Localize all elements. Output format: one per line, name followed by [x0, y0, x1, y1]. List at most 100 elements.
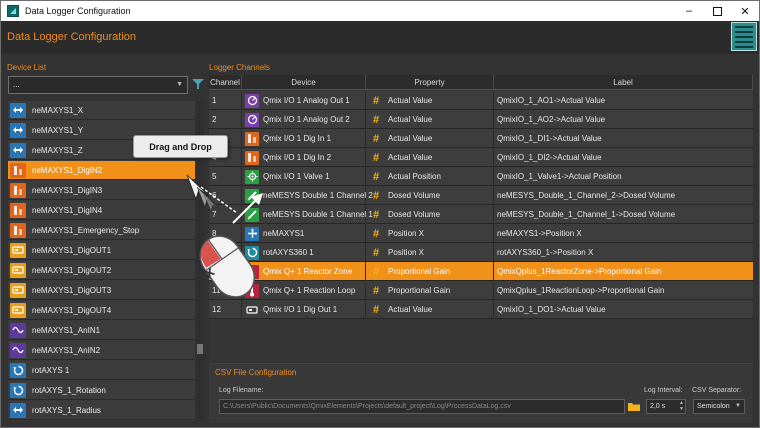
table-row[interactable]: 5 Qmix I/O 1 Valve 1 # Actual Position QmixI… — [209, 167, 753, 186]
axis-arrow-icon — [10, 402, 26, 418]
cell-label: QmixIO_1_AO2->Actual Value — [497, 115, 606, 124]
device-list-item-label: neMAXYS1_Emergency_Stop — [32, 225, 140, 235]
page-title: Data Logger Configuration — [7, 31, 137, 43]
cell-label: QmixIO_1_Valve1->Actual Position — [497, 172, 622, 181]
menu-line-icon — [735, 40, 753, 43]
cell-device: Qmix I/O 1 Valve 1 — [242, 167, 366, 186]
device-list-item[interactable]: neMAXYS1_DigIN3 — [8, 181, 195, 200]
thermometer-icon — [245, 283, 259, 298]
log-interval-label: Log Interval: — [644, 387, 683, 394]
device-list-item[interactable]: neMAXYS1_DigOUT2 — [8, 261, 195, 280]
drag-drop-tooltip: Drag and Drop — [133, 135, 228, 158]
device-list-label: Device List — [7, 63, 47, 72]
device-list-item[interactable]: rotAXYS 1 — [8, 361, 195, 380]
hash-icon: # — [372, 132, 380, 145]
cell-label: neMAXYS1->Position X — [497, 229, 582, 238]
device-list-item[interactable]: neMAXYS1_DigIN4 — [8, 201, 195, 220]
table-row[interactable]: 4Qmix I/O 1 Dig In 2#Actual ValueQmixIO_… — [209, 148, 753, 167]
table-row[interactable]: 1 Qmix I/O 1 Analog Out 1 # Actual Value Qmi… — [209, 91, 753, 110]
device-list-item-label: rotAXYS 1 — [32, 365, 70, 375]
device-list-item[interactable]: neMAXYS1_X — [8, 101, 195, 120]
table-row[interactable]: 12 Qmix I/O 1 Dig Out 1 # Actual Value QmixI… — [209, 300, 753, 319]
device-list-item-label: neMAXYS1_AnIN2 — [32, 345, 101, 355]
table-row[interactable]: 8 neMAXYS1 # Position X neMAXYS1->Position X — [209, 224, 753, 243]
csv-separator-value: Semicolon — [697, 403, 730, 410]
csv-separator-label: CSV Separator: — [692, 387, 742, 394]
cell-device-label: Qmix I/O 1 Dig In 2 — [263, 153, 332, 162]
device-list-item-label: neMAXYS1_DigOUT2 — [32, 265, 112, 275]
hamburger-menu-button[interactable] — [731, 22, 757, 51]
table-row[interactable]: 11 Qmix Q+ 1 Reaction Loop # Proportional G… — [209, 281, 753, 300]
menu-line-icon — [735, 35, 753, 38]
device-list-item[interactable]: neMAXYS1_DigOUT3 — [8, 281, 195, 300]
table-row[interactable]: 7 neMESYS Double 1 Channel 1 # Dosed Volume… — [209, 205, 753, 224]
device-list-item-label: neMAXYS1_DigOUT3 — [32, 285, 112, 295]
scrollbar-thumb[interactable] — [197, 344, 203, 354]
csv-config-title: CSV File Configuration — [215, 368, 297, 377]
cell-channel: 7 — [209, 205, 242, 224]
cell-label: rotAXYS360_1->Position X — [497, 248, 594, 257]
hash-icon: # — [372, 208, 380, 221]
spin-arrows-icon[interactable]: ▲ ▼ — [679, 400, 685, 413]
cell-property-label: Position X — [388, 248, 425, 257]
analog-out-icon — [245, 93, 259, 108]
valve-icon — [245, 169, 259, 184]
maximize-button[interactable] — [703, 1, 731, 21]
filter-icon[interactable] — [192, 78, 204, 90]
close-button[interactable]: ✕ — [731, 1, 759, 21]
title-bar: Data Logger Configuration – ✕ — [1, 1, 759, 21]
cell-label: QmixIO_1_DI2->Actual Value — [497, 153, 602, 162]
device-list-item[interactable]: neMAXYS1_AnIN1 — [8, 321, 195, 340]
cell-device: Qmix I/O 1 Dig In 2 — [242, 148, 366, 167]
analog-in-icon — [10, 322, 26, 338]
column-header-label[interactable]: Label — [494, 75, 753, 90]
device-list-item-label: neMAXYS1_AnIN1 — [32, 325, 101, 335]
device-filter-value: ... — [13, 80, 20, 89]
close-icon: ✕ — [740, 5, 750, 18]
device-list-item[interactable]: rotAXYS_1_Rotation — [8, 381, 195, 400]
minimize-icon: – — [685, 5, 693, 17]
axis-arrow-icon — [10, 122, 26, 138]
csv-separator-select[interactable]: Semicolon ▼ — [693, 399, 745, 414]
analog-out-icon — [245, 112, 259, 127]
digital-out-icon — [245, 303, 259, 317]
cell-property-label: Actual Position — [388, 172, 441, 181]
table-row[interactable]: 6 neMESYS Double 1 Channel 2 # Dosed Volume… — [209, 186, 753, 205]
cell-channel: 1 — [209, 91, 242, 110]
syringe-icon — [245, 188, 259, 203]
axis-arrow-icon — [10, 142, 26, 158]
device-list-item[interactable]: neMAXYS1_DigIN2 — [8, 161, 195, 180]
cell-channel: 6 — [209, 186, 242, 205]
table-row[interactable]: 10 Qmix Q+ 1 Reactor Zone # Proportional Ga… — [209, 262, 753, 281]
device-list-item[interactable]: neMAXYS1_DigOUT1 — [8, 241, 195, 260]
cell-property: # Actual Value — [366, 148, 494, 167]
log-filename-input[interactable]: C:\Users\Public\Documents\QmixElements\P… — [219, 399, 625, 414]
cell-property: # Position X — [366, 243, 494, 262]
table-row[interactable]: 9 rotAXYS360 1 # Position XrotAXYS360_1->Po… — [209, 243, 753, 262]
table-row[interactable]: 2 Qmix I/O 1 Analog Out 2 # Actual Value Qmi… — [209, 110, 753, 129]
column-header-property[interactable]: Property — [366, 75, 494, 90]
cell-property-label: Position X — [388, 229, 425, 238]
device-list-item[interactable]: rotAXYS_1_Radius — [8, 401, 195, 420]
folder-icon[interactable] — [627, 399, 641, 414]
column-header-device[interactable]: Device — [242, 75, 366, 90]
cell-property-label: Dosed Volume — [388, 210, 441, 219]
device-list-item[interactable]: neMAXYS1_AnIN2 — [8, 341, 195, 360]
cell-channel: 12 — [209, 300, 242, 319]
column-header-channel[interactable]: Channel — [209, 75, 242, 90]
cell-label: QmixIO_1_AO1->Actual Value — [497, 96, 606, 105]
cell-device: neMESYS Double 1 Channel 1 — [242, 205, 373, 224]
device-list-item[interactable]: neMAXYS1_DigOUT4 — [8, 301, 195, 320]
app-window: Data Logger Configuration – ✕ Data Logge… — [0, 0, 760, 428]
hash-icon: # — [372, 227, 380, 240]
device-filter-select[interactable]: ... ▼ — [8, 76, 188, 94]
cell-property-label: Dosed Volume — [388, 191, 441, 200]
cell-property: # Actual Value — [366, 110, 494, 129]
minimize-button[interactable]: – — [675, 1, 703, 21]
cell-channel: 8 — [209, 224, 242, 243]
table-row[interactable]: 3Qmix I/O 1 Dig In 1#Actual ValueQmixIO_… — [209, 129, 753, 148]
cell-channel: 2 — [209, 110, 242, 129]
device-list-item[interactable]: neMAXYS1_Emergency_Stop — [8, 221, 195, 240]
menu-line-icon — [735, 25, 753, 28]
cell-device-label: Qmix I/O 1 Analog Out 1 — [263, 96, 350, 105]
